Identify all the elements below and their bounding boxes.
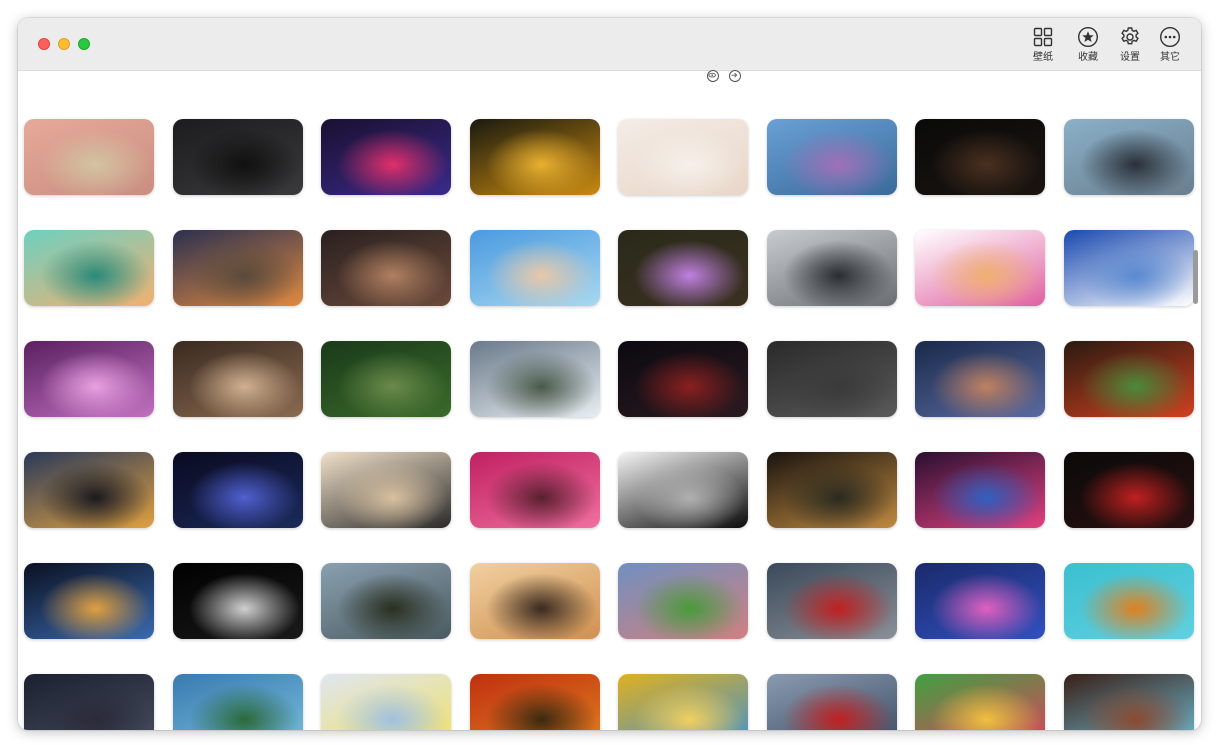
wallpaper-thumbnail-pink-blossoms[interactable] — [470, 452, 600, 528]
wallpaper-thumbnail-alarm-clock-bed[interactable] — [321, 452, 451, 528]
wallpaper-thumbnail-jeep-desert-sunrise[interactable] — [470, 563, 600, 639]
toolbar-wallpaper-button[interactable]: 壁纸 — [1023, 26, 1063, 68]
wallpaper-thumbnail-lemon-slices-ice[interactable] — [321, 674, 451, 730]
toolbar-favorites-button[interactable]: 收藏 — [1068, 26, 1108, 68]
wallpaper-thumbnail-neon-cyberpunk-street[interactable] — [915, 452, 1045, 528]
wallpaper-thumbnail-dog-easter-eggs[interactable] — [915, 674, 1045, 730]
toolbar-label: 其它 — [1160, 52, 1180, 63]
close-button[interactable] — [38, 38, 50, 50]
wallpaper-thumbnail-lupine-lakeside[interactable] — [767, 119, 897, 195]
toolbar-other-button[interactable]: 其它 — [1150, 26, 1190, 68]
wallpaper-thumbnail-car-cloudy-sky[interactable] — [767, 230, 897, 306]
eye-icon[interactable] — [707, 70, 719, 82]
wallpaper-thumbnail-sea-arch-cave[interactable] — [1064, 674, 1194, 730]
wallpaper-thumbnail-purple-wildflowers[interactable] — [24, 341, 154, 417]
wallpaper-thumbnail-kitten-in-blanket[interactable] — [915, 230, 1045, 306]
wallpaper-thumbnail-butterfly-on-flowers[interactable] — [618, 230, 748, 306]
wallpaper-thumbnail-cupcake-desserts[interactable] — [618, 119, 748, 195]
wallpaper-thumbnail-green-valley-cabin[interactable] — [618, 563, 748, 639]
wallpaper-thumbnail-rope-ring[interactable] — [24, 119, 154, 195]
wallpaper-thumbnail-winding-road-forest[interactable] — [321, 341, 451, 417]
wallpaper-thumbnail-supercar-runway[interactable] — [767, 563, 897, 639]
wallpaper-thumbnail-building-night[interactable] — [173, 563, 303, 639]
wallpaper-thumbnail-dark-architecture[interactable] — [24, 674, 154, 730]
wallpaper-thumbnail-yellow-architecture[interactable] — [618, 674, 748, 730]
wallpaper-thumbnail-aerial-coastline[interactable] — [173, 674, 303, 730]
wallpaper-thumbnail-autumn-lake-reflection[interactable] — [470, 674, 600, 730]
titlebar: 壁纸 收藏 设置 其它 — [18, 18, 1201, 71]
toolbar-settings-button[interactable]: 设置 — [1110, 26, 1150, 68]
wallpaper-thumbnail-planet-space[interactable] — [24, 563, 154, 639]
wallpaper-thumbnail-fighter-jets[interactable] — [767, 674, 897, 730]
ellipsis-icon — [1150, 26, 1190, 48]
toolbar-label: 壁纸 — [1033, 52, 1053, 63]
wallpaper-thumbnail-neon-city-night[interactable] — [321, 119, 451, 195]
toolbar-label: 收藏 — [1078, 52, 1098, 63]
scrollbar[interactable] — [1193, 250, 1198, 304]
app-window: 壁纸 收藏 设置 其它 — [18, 18, 1201, 730]
wallpaper-thumbnail-autumn-leaves-teal[interactable] — [1064, 563, 1194, 639]
header-icons — [18, 70, 1201, 101]
wallpaper-thumbnail-aerial-city[interactable] — [321, 230, 451, 306]
wallpaper-thumbnail-red-car-dark[interactable] — [1064, 452, 1194, 528]
wallpaper-thumbnail-fantasy-islands[interactable] — [24, 230, 154, 306]
grid-icon — [1023, 26, 1063, 48]
wallpaper-thumbnail-offroad-snow[interactable] — [470, 341, 600, 417]
wallpaper-thumbnail-sports-car-runway[interactable] — [1064, 119, 1194, 195]
gear-icon — [1110, 26, 1150, 48]
star-icon — [1068, 26, 1108, 48]
wallpaper-grid — [24, 101, 1195, 730]
wallpaper-thumbnail-dark-street-scene[interactable] — [618, 341, 748, 417]
wallpaper-thumbnail-car-garage-light[interactable] — [767, 452, 897, 528]
toolbar-label: 设置 — [1120, 52, 1140, 63]
wallpaper-thumbnail-tropical-leaves[interactable] — [1064, 341, 1194, 417]
wallpaper-thumbnail-coffee-cup[interactable] — [915, 119, 1045, 195]
wallpaper-thumbnail-abstract-waves-blue[interactable] — [915, 563, 1045, 639]
wallpaper-thumbnail-lake-town-reflection[interactable] — [1064, 230, 1194, 306]
wallpaper-thumbnail-car-sunset-coast[interactable] — [24, 452, 154, 528]
wallpaper-thumbnail-flamingo-beach[interactable] — [470, 230, 600, 306]
wallpaper-thumbnail-windows-logo-dark[interactable] — [767, 341, 897, 417]
wallpaper-thumbnail-autumn-maple-leaves[interactable] — [470, 119, 600, 195]
wallpaper-thumbnail-concept-car-blue[interactable] — [173, 452, 303, 528]
wallpaper-thumbnail-abstract-curves-bw[interactable] — [618, 452, 748, 528]
arrow-right-icon[interactable] — [729, 70, 741, 82]
wallpaper-thumbnail-black-limousine[interactable] — [173, 119, 303, 195]
wallpaper-thumbnail-wooden-pier-sunset[interactable] — [173, 230, 303, 306]
wallpaper-thumbnail-retro-game-room[interactable] — [915, 341, 1045, 417]
minimize-button[interactable] — [58, 38, 70, 50]
wallpaper-thumbnail-mountain-lake-cliffs[interactable] — [321, 563, 451, 639]
wallpaper-thumbnail-wood-texture[interactable] — [173, 341, 303, 417]
zoom-button[interactable] — [78, 38, 90, 50]
